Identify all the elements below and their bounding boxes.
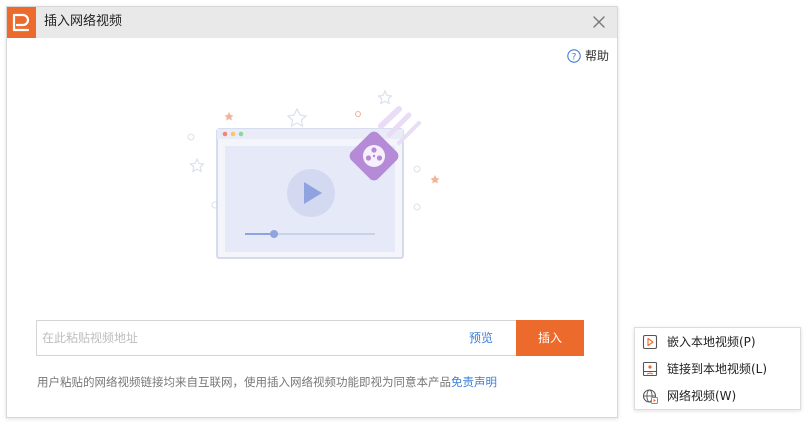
menu-item-label: 嵌入本地视频(P) [667,335,756,349]
help-icon: ? [567,49,581,63]
play-button-graphic [287,169,335,217]
video-illustration [187,89,440,259]
video-insert-menu: 嵌入本地视频(P) 链接到本地视频(L) 网络视频(W) [634,327,801,410]
link-video-icon [642,361,658,377]
help-label: 帮助 [585,49,610,63]
notice-text: 用户粘贴的网络视频链接均来自互联网，使用插入网络视频功能即视为同意本产品 [37,375,451,389]
dialog-title: 插入网络视频 [44,14,123,29]
close-button[interactable] [589,12,609,32]
help-button[interactable]: ? 帮助 [567,47,609,65]
menu-item-label: 网络视频(W) [667,389,737,403]
url-input-row: 预览 插入 [36,320,584,356]
video-url-input[interactable] [36,320,516,356]
disclaimer-link[interactable]: 免责声明 [451,375,497,389]
svg-text:?: ? [572,53,577,63]
insert-button[interactable]: 插入 [516,320,584,356]
close-icon [593,16,605,28]
web-video-icon [642,389,658,404]
insert-web-video-dialog: 插入网络视频 ? 帮助 在此粘贴视频地址 预览 插入 用户粘贴的网络视频链接均来… [6,6,618,418]
menu-item-label: 链接到本地视频(L) [667,362,768,376]
disclaimer-notice: 用户粘贴的网络视频链接均来自互联网，使用插入网络视频功能即视为同意本产品免责声明 [37,374,497,390]
embed-video-icon [642,334,658,350]
dialog-titlebar: 插入网络视频 [7,7,617,38]
menu-item-link-local-video[interactable]: 链接到本地视频(L) [635,356,800,382]
menu-item-embed-local-video[interactable]: 嵌入本地视频(P) [635,329,800,355]
preview-link[interactable]: 预览 [469,330,493,346]
menu-item-web-video[interactable]: 网络视频(W) [635,383,800,409]
app-logo-icon [7,7,36,38]
